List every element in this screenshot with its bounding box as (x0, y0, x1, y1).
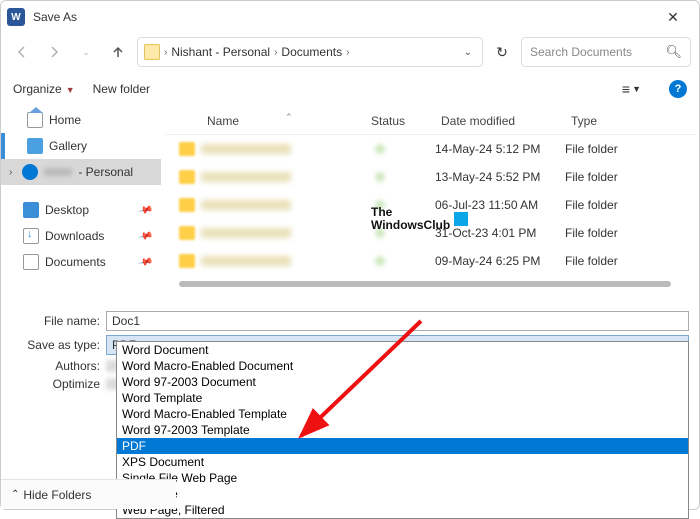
sidebar-item-desktop[interactable]: Desktop📌 (1, 197, 161, 223)
main: Home Gallery ›- Personal Desktop📌 Downlo… (1, 107, 699, 307)
cell-type: File folder (565, 226, 645, 240)
sidebar-item-home[interactable]: Home (5, 107, 91, 133)
new-folder-button[interactable]: New folder (93, 82, 150, 96)
pin-icon: 📌 (137, 254, 153, 270)
dropdown-option[interactable]: Word Macro-Enabled Document (117, 358, 688, 374)
dropdown-option[interactable]: Word Template (117, 390, 688, 406)
dropdown-option[interactable]: Web Page, Filtered (117, 502, 688, 518)
folder-icon (179, 170, 195, 184)
recent-dropdown-icon[interactable]: ⌄ (73, 39, 99, 65)
sidebar-item-gallery[interactable]: Gallery (5, 133, 97, 159)
organize-menu[interactable]: Organize▼ (13, 82, 75, 96)
close-icon[interactable]: ✕ (653, 9, 693, 26)
file-name-input[interactable]: Doc1 (106, 311, 689, 331)
forward-icon[interactable] (41, 39, 67, 65)
view-menu[interactable]: ≡ ▼ (622, 81, 641, 97)
table-row[interactable]: 14-May-24 5:12 PMFile folder (165, 135, 695, 163)
header-name[interactable]: ⌃Name (165, 114, 365, 128)
cell-type: File folder (565, 198, 645, 212)
cell-type: File folder (565, 170, 645, 184)
chevron-right-icon[interactable]: › (9, 167, 12, 178)
path-segment-folder[interactable]: Documents (281, 45, 342, 59)
sidebar-item-documents[interactable]: Documents📌 (1, 249, 161, 275)
dropdown-option[interactable]: PDF (117, 438, 688, 454)
search-placeholder: Search Documents (530, 45, 632, 59)
onedrive-icon (22, 164, 38, 180)
path-segment-root[interactable]: Nishant - Personal (171, 45, 270, 59)
desktop-icon (23, 202, 39, 218)
refresh-icon[interactable]: ↻ (489, 44, 515, 61)
header-date[interactable]: Date modified (435, 114, 565, 128)
navbar: ⌄ › Nishant - Personal › Documents › ⌄ ↻… (1, 33, 699, 71)
sort-indicator-icon: ⌃ (285, 112, 293, 123)
path-dropdown-icon[interactable]: ⌄ (460, 47, 476, 58)
authors-label: Authors: (11, 359, 106, 373)
dropdown-option[interactable]: Word 97-2003 Document (117, 374, 688, 390)
toolbar: Organize▼ New folder ≡ ▼ ? (1, 71, 699, 107)
blurred-text (201, 228, 291, 238)
blurred-text (201, 256, 291, 266)
cell-date: 13-May-24 5:52 PM (435, 170, 565, 184)
dropdown-option[interactable]: XPS Document (117, 454, 688, 470)
cell-date: 14-May-24 5:12 PM (435, 142, 565, 156)
back-icon[interactable] (9, 39, 35, 65)
status-icon (375, 172, 385, 182)
dropdown-option[interactable]: Word Document (117, 342, 688, 358)
chevron-right-icon: › (164, 47, 167, 58)
chevron-right-icon: › (274, 47, 277, 58)
dropdown-option[interactable]: Single File Web Page (117, 470, 688, 486)
cell-date: 09-May-24 6:25 PM (435, 254, 565, 268)
downloads-icon (23, 228, 39, 244)
save-as-type-dropdown[interactable]: Word DocumentWord Macro-Enabled Document… (116, 341, 689, 519)
chevron-down-icon: ▼ (66, 85, 75, 95)
dropdown-option[interactable]: Word 97-2003 Template (117, 422, 688, 438)
sidebar: Home Gallery ›- Personal Desktop📌 Downlo… (1, 107, 161, 307)
address-bar[interactable]: › Nishant - Personal › Documents › ⌄ (137, 37, 483, 67)
save-as-type-label: Save as type: (11, 338, 106, 352)
file-name-label: File name: (11, 314, 106, 328)
pin-icon: 📌 (137, 202, 153, 218)
cell-type: File folder (565, 142, 645, 156)
search-input[interactable]: Search Documents 🔍︎ (521, 37, 691, 67)
horizontal-scrollbar[interactable] (179, 281, 671, 287)
column-headers: ⌃Name Status Date modified Type (165, 107, 695, 135)
dropdown-option[interactable]: Word Macro-Enabled Template (117, 406, 688, 422)
gallery-icon (27, 138, 43, 154)
folder-icon (179, 226, 195, 240)
cell-type: File folder (565, 254, 645, 268)
watermark-logo-icon (454, 212, 468, 226)
blurred-text (201, 144, 291, 154)
titlebar: W Save As ✕ (1, 1, 699, 33)
chevron-right-icon: › (346, 47, 349, 58)
header-status[interactable]: Status (365, 114, 435, 128)
blurred-text (201, 200, 291, 210)
header-type[interactable]: Type (565, 114, 645, 128)
help-icon[interactable]: ? (669, 80, 687, 98)
sidebar-item-downloads[interactable]: Downloads📌 (1, 223, 161, 249)
folder-icon (179, 198, 195, 212)
documents-icon (23, 254, 39, 270)
status-icon (375, 144, 385, 154)
word-app-icon: W (7, 8, 25, 26)
table-row[interactable]: 13-May-24 5:52 PMFile folder (165, 163, 695, 191)
dropdown-option[interactable]: Web Page (117, 486, 688, 502)
up-icon[interactable] (105, 39, 131, 65)
sidebar-item-onedrive[interactable]: ›- Personal (1, 159, 161, 185)
blurred-text (44, 168, 72, 176)
search-icon: 🔍︎ (665, 44, 682, 60)
folder-icon (179, 254, 195, 268)
window-title: Save As (33, 10, 653, 24)
watermark: TheWindowsClub (371, 206, 468, 232)
table-row[interactable]: 09-May-24 6:25 PMFile folder (165, 247, 695, 275)
hide-folders-button[interactable]: ⌃ Hide Folders (1, 479, 176, 509)
chevron-up-icon: ⌃ (11, 489, 19, 500)
blurred-text (201, 172, 291, 182)
pin-icon: 📌 (137, 228, 153, 244)
home-icon (27, 112, 43, 128)
folder-icon (179, 142, 195, 156)
chevron-down-icon: ▼ (632, 84, 641, 94)
optimize-label: Optimize (11, 377, 106, 391)
status-icon (375, 256, 385, 266)
folder-icon (144, 44, 160, 60)
